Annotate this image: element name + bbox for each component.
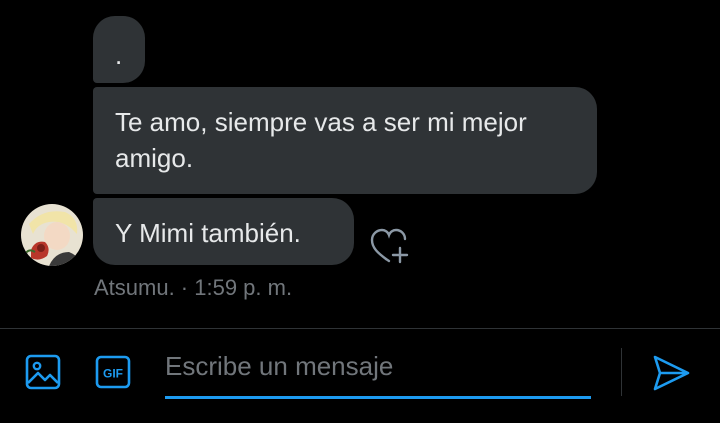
avatar[interactable] <box>21 204 83 266</box>
message-text: Y Mimi también. <box>115 218 301 248</box>
message-input[interactable] <box>165 338 591 394</box>
divider <box>621 348 622 396</box>
message-text: Te amo, siempre vas a ser mi mejor amigo… <box>115 107 527 173</box>
heart-plus-icon[interactable] <box>368 226 410 264</box>
message-meta: Atsumu. · 1:59 p. m. <box>94 275 293 300</box>
message-input-wrapper <box>165 338 591 399</box>
message-text: . <box>115 40 123 70</box>
divider <box>0 328 720 329</box>
send-icon[interactable] <box>649 351 693 395</box>
gif-icon[interactable]: GIF <box>94 353 132 391</box>
image-icon[interactable] <box>24 353 62 391</box>
gif-label: GIF <box>103 367 123 381</box>
message-bubble[interactable]: Te amo, siempre vas a ser mi mejor amigo… <box>93 87 597 194</box>
message-bubble[interactable]: . <box>93 16 145 83</box>
message-bubble[interactable]: Y Mimi también. <box>93 198 354 265</box>
